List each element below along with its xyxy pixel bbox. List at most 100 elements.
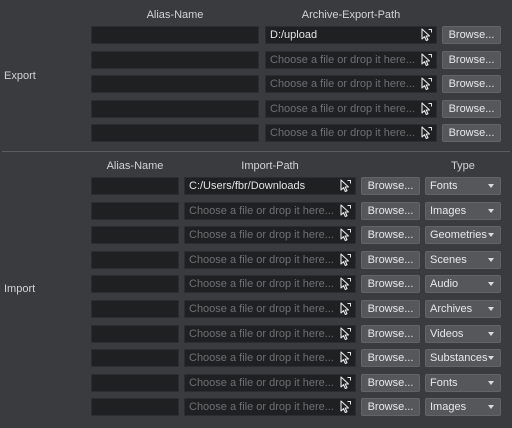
export-alias-header: Alias-Name <box>146 9 204 21</box>
file-picker-cursor-icon[interactable] <box>338 228 352 242</box>
export-browse-button[interactable]: Browse... <box>442 50 501 69</box>
import-path-field[interactable]: Choose a file or drop it here... <box>184 300 356 318</box>
import-type-select[interactable]: Fonts <box>425 177 501 195</box>
import-path-field[interactable]: Choose a file or drop it here... <box>184 226 356 245</box>
import-alias-input[interactable] <box>91 300 179 318</box>
import-type-select[interactable]: Geometries <box>425 226 501 245</box>
section-divider <box>2 151 510 152</box>
import-type-select[interactable]: Fonts <box>425 373 501 392</box>
chevron-down-icon <box>488 282 494 287</box>
import-path-text: Choose a file or drop it here... <box>189 303 333 315</box>
chevron-down-icon <box>488 233 494 238</box>
import-path-field[interactable]: Choose a file or drop it here... <box>184 349 356 368</box>
file-picker-cursor-icon[interactable] <box>338 253 352 267</box>
import-alias-input[interactable] <box>91 201 179 220</box>
import-type-select[interactable]: Substances <box>425 349 501 368</box>
export-browse-button[interactable]: Browse... <box>442 26 501 44</box>
file-picker-cursor-icon[interactable] <box>338 277 352 291</box>
import-alias-input[interactable] <box>91 324 179 343</box>
import-browse-button[interactable]: Browse... <box>361 201 420 220</box>
chevron-down-icon <box>488 380 494 385</box>
import-path-field[interactable]: Choose a file or drop it here... <box>184 201 356 220</box>
import-type-value: Scenes <box>430 253 467 266</box>
file-picker-cursor-icon[interactable] <box>338 327 352 341</box>
import-section-label: Import <box>4 283 36 295</box>
export-path-field[interactable]: D:/upload <box>265 26 437 44</box>
file-picker-cursor-icon[interactable] <box>419 53 433 67</box>
import-path-text: Choose a file or drop it here... <box>189 253 333 266</box>
import-path-field[interactable]: Choose a file or drop it here... <box>184 250 356 269</box>
export-path-field[interactable]: Choose a file or drop it here... <box>265 50 437 69</box>
import-browse-button[interactable]: Browse... <box>361 177 420 195</box>
chevron-down-icon <box>488 356 494 361</box>
import-path-field[interactable]: Choose a file or drop it here... <box>184 398 356 417</box>
import-type-select[interactable]: Audio <box>425 275 501 294</box>
export-browse-button[interactable]: Browse... <box>442 75 501 94</box>
export-alias-input[interactable] <box>91 75 259 94</box>
export-path-header: Archive-Export-Path <box>301 9 401 21</box>
file-picker-cursor-icon[interactable] <box>419 126 433 140</box>
file-picker-cursor-icon[interactable] <box>419 102 433 116</box>
export-path-field[interactable]: Choose a file or drop it here... <box>265 124 437 143</box>
import-browse-button[interactable]: Browse... <box>361 300 420 318</box>
import-path-field[interactable]: C:/Users/fbr/Downloads <box>184 177 356 195</box>
import-browse-button[interactable]: Browse... <box>361 373 420 392</box>
chevron-down-icon <box>488 331 494 336</box>
import-browse-button[interactable]: Browse... <box>361 398 420 417</box>
export-path-text: Choose a file or drop it here... <box>270 78 414 91</box>
file-picker-cursor-icon[interactable] <box>419 28 433 42</box>
file-picker-cursor-icon[interactable] <box>419 77 433 91</box>
import-alias-input[interactable] <box>91 275 179 294</box>
import-alias-input[interactable] <box>91 177 179 195</box>
export-browse-button[interactable]: Browse... <box>442 124 501 143</box>
file-picker-cursor-icon[interactable] <box>338 351 352 365</box>
import-path-text: Choose a file or drop it here... <box>189 376 333 389</box>
import-type-select[interactable]: Scenes <box>425 250 501 269</box>
import-path-text: Choose a file or drop it here... <box>189 204 333 217</box>
import-type-value: Archives <box>430 303 473 315</box>
file-picker-cursor-icon[interactable] <box>338 179 352 193</box>
import-alias-input[interactable] <box>91 373 179 392</box>
import-type-select[interactable]: Images <box>425 201 501 220</box>
import-alias-input[interactable] <box>91 349 179 368</box>
import-alias-input[interactable] <box>91 226 179 245</box>
import-path-field[interactable]: Choose a file or drop it here... <box>184 324 356 343</box>
import-type-value: Fonts <box>430 376 458 389</box>
import-browse-button[interactable]: Browse... <box>361 250 420 269</box>
import-type-value: Geometries <box>430 229 487 242</box>
import-path-field[interactable]: Choose a file or drop it here... <box>184 373 356 392</box>
import-path-text: Choose a file or drop it here... <box>189 229 333 242</box>
export-alias-input[interactable] <box>91 26 259 44</box>
export-path-text: Choose a file or drop it here... <box>270 102 414 115</box>
import-path-text: C:/Users/fbr/Downloads <box>189 180 306 192</box>
import-browse-button[interactable]: Browse... <box>361 226 420 245</box>
export-alias-input[interactable] <box>91 50 259 69</box>
file-picker-cursor-icon[interactable] <box>338 204 352 218</box>
export-browse-button[interactable]: Browse... <box>442 99 501 118</box>
export-path-text: Choose a file or drop it here... <box>270 127 414 140</box>
import-alias-input[interactable] <box>91 398 179 417</box>
import-path-text: Choose a file or drop it here... <box>189 327 333 340</box>
import-type-select[interactable]: Videos <box>425 324 501 343</box>
import-browse-button[interactable]: Browse... <box>361 349 420 368</box>
export-path-text: Choose a file or drop it here... <box>270 53 414 66</box>
import-path-text: Choose a file or drop it here... <box>189 278 333 291</box>
chevron-down-icon <box>488 405 494 410</box>
file-picker-cursor-icon[interactable] <box>338 400 352 414</box>
import-path-field[interactable]: Choose a file or drop it here... <box>184 275 356 294</box>
export-path-field[interactable]: Choose a file or drop it here... <box>265 75 437 94</box>
chevron-down-icon <box>488 257 494 262</box>
export-path-field[interactable]: Choose a file or drop it here... <box>265 99 437 118</box>
file-picker-cursor-icon[interactable] <box>338 376 352 390</box>
import-type-value: Substances <box>430 352 488 365</box>
import-alias-input[interactable] <box>91 250 179 269</box>
export-alias-input[interactable] <box>91 99 259 118</box>
import-browse-button[interactable]: Browse... <box>361 275 420 294</box>
import-browse-button[interactable]: Browse... <box>361 324 420 343</box>
export-alias-input[interactable] <box>91 124 259 143</box>
import-path-text: Choose a file or drop it here... <box>189 401 333 414</box>
import-type-select[interactable]: Archives <box>425 300 501 318</box>
file-picker-cursor-icon[interactable] <box>338 302 352 316</box>
import-type-select[interactable]: Images <box>425 398 501 417</box>
import-type-header: Type <box>451 160 475 172</box>
